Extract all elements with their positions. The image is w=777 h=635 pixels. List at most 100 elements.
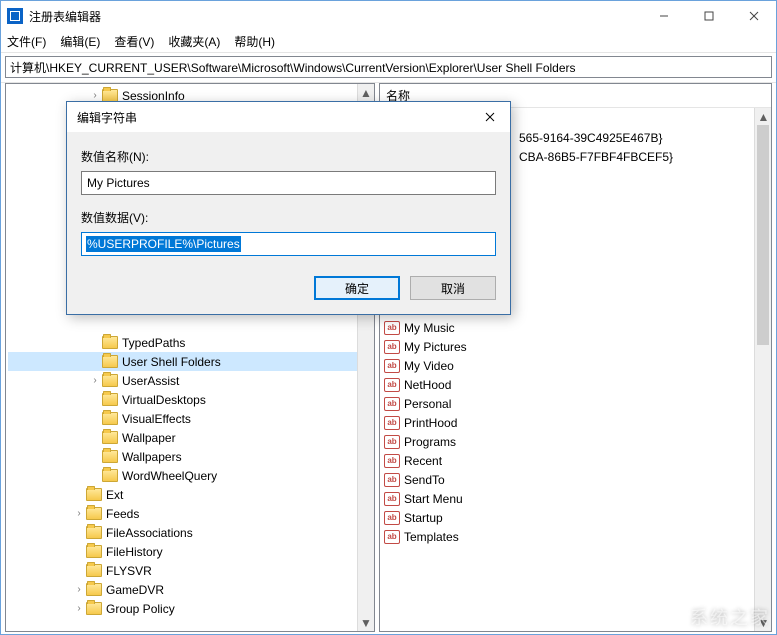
reg-string-icon: ab <box>384 378 400 392</box>
folder-icon <box>86 602 102 615</box>
tree-item-label: Wallpapers <box>122 450 182 464</box>
minimize-button[interactable] <box>641 1 686 31</box>
menu-view[interactable]: 查看(V) <box>114 33 154 50</box>
scroll-thumb[interactable] <box>757 125 769 345</box>
tree-item-label: GameDVR <box>106 583 164 597</box>
folder-icon <box>102 450 118 463</box>
expand-icon[interactable]: › <box>72 508 86 519</box>
tree-item[interactable]: User Shell Folders <box>8 352 374 371</box>
value-name-label: 数值名称(N): <box>81 148 496 165</box>
tree-item[interactable]: WordWheelQuery <box>8 466 374 485</box>
window-title: 注册表编辑器 <box>29 8 101 25</box>
tree-item[interactable]: VirtualDesktops <box>8 390 374 409</box>
list-item[interactable]: abMy Music <box>384 318 771 337</box>
list-item[interactable]: abSendTo <box>384 470 771 489</box>
list-item[interactable]: ab My Video <box>384 356 771 375</box>
menubar: 文件(F) 编辑(E) 查看(V) 收藏夹(A) 帮助(H) <box>1 31 776 53</box>
list-item-label: Personal <box>404 397 451 411</box>
folder-icon <box>102 355 118 368</box>
tree-item[interactable]: Wallpaper <box>8 428 374 447</box>
scroll-up-icon[interactable]: ▲ <box>358 84 375 101</box>
list-item[interactable]: abRecent <box>384 451 771 470</box>
list-item[interactable]: ab NetHood <box>384 375 771 394</box>
scroll-down-icon[interactable]: ▼ <box>358 614 375 631</box>
reg-string-icon: ab <box>384 321 400 335</box>
tree-item-label: VisualEffects <box>122 412 191 426</box>
address-bar[interactable]: 计算机\HKEY_CURRENT_USER\Software\Microsoft… <box>5 56 772 78</box>
close-button[interactable] <box>731 1 776 31</box>
folder-icon <box>86 526 102 539</box>
reg-string-icon: ab <box>384 416 400 430</box>
tree-item[interactable]: FileHistory <box>8 542 374 561</box>
value-data-label: 数值数据(V): <box>81 209 496 226</box>
tree-item[interactable]: ›Feeds <box>8 504 374 523</box>
reg-string-icon: ab <box>384 340 400 354</box>
expand-icon[interactable]: › <box>72 603 86 614</box>
tree-item[interactable]: TypedPaths <box>8 333 374 352</box>
list-item[interactable]: ab Startup <box>384 508 771 527</box>
tree-item-label: User Shell Folders <box>122 355 221 369</box>
tree-item-label: FLYSVR <box>106 564 152 578</box>
expand-icon[interactable]: › <box>88 90 102 101</box>
folder-icon <box>102 431 118 444</box>
menu-fav[interactable]: 收藏夹(A) <box>168 33 220 50</box>
ok-button[interactable]: 确定 <box>314 276 400 300</box>
tree-item[interactable]: › UserAssist <box>8 371 374 390</box>
menu-file[interactable]: 文件(F) <box>7 33 46 50</box>
reg-string-icon: ab <box>384 492 400 506</box>
list-item[interactable]: abStart Menu <box>384 489 771 508</box>
scroll-up-icon[interactable]: ▲ <box>755 108 772 125</box>
folder-icon <box>86 583 102 596</box>
reg-string-icon: ab <box>384 435 400 449</box>
expand-icon[interactable]: › <box>88 375 102 386</box>
folder-icon <box>102 336 118 349</box>
edit-string-dialog: 编辑字符串 数值名称(N): My Pictures 数值数据(V): %USE… <box>66 101 511 315</box>
list-item[interactable]: ab Programs <box>384 432 771 451</box>
value-data-input[interactable]: %USERPROFILE%\Pictures <box>81 232 496 256</box>
tree-item[interactable]: VisualEffects <box>8 409 374 428</box>
tree-item[interactable]: Wallpapers <box>8 447 374 466</box>
folder-icon <box>86 545 102 558</box>
list-item-label: PrintHood <box>404 416 457 430</box>
list-item-label: Startup <box>404 511 443 525</box>
tree-item[interactable]: › Group Policy <box>8 599 374 618</box>
tree-item[interactable]: FLYSVR <box>8 561 374 580</box>
list-item-label: CBA-86B5-F7FBF4FBCEF5} <box>519 150 673 164</box>
tree-item[interactable]: › GameDVR <box>8 580 374 599</box>
list-scrollbar[interactable]: ▲ ▼ <box>754 108 771 631</box>
reg-string-icon: ab <box>384 359 400 373</box>
dialog-title: 编辑字符串 <box>77 109 137 126</box>
maximize-button[interactable] <box>686 1 731 31</box>
dialog-close-button[interactable] <box>470 102 510 132</box>
menu-help[interactable]: 帮助(H) <box>234 33 275 50</box>
list-item-label: My Video <box>404 359 454 373</box>
tree-item-label: Group Policy <box>106 602 175 616</box>
list-item-label: NetHood <box>404 378 451 392</box>
folder-icon <box>102 393 118 406</box>
menu-edit[interactable]: 编辑(E) <box>60 33 100 50</box>
tree-item[interactable]: Ext <box>8 485 374 504</box>
app-icon <box>7 8 23 24</box>
tree-item-label: VirtualDesktops <box>122 393 206 407</box>
expand-icon[interactable]: › <box>72 584 86 595</box>
tree-item[interactable]: FileAssociations <box>8 523 374 542</box>
folder-icon <box>102 412 118 425</box>
window-buttons <box>641 1 776 31</box>
tree-item-label: FileAssociations <box>106 526 193 540</box>
value-name-input[interactable]: My Pictures <box>81 171 496 195</box>
list-item-label: Programs <box>404 435 456 449</box>
tree-item-label: UserAssist <box>122 374 179 388</box>
folder-icon <box>102 374 118 387</box>
cancel-button[interactable]: 取消 <box>410 276 496 300</box>
scroll-down-icon[interactable]: ▼ <box>755 614 772 631</box>
reg-string-icon: ab <box>384 473 400 487</box>
list-item[interactable]: ab PrintHood <box>384 413 771 432</box>
reg-string-icon: ab <box>384 511 400 525</box>
reg-string-icon: ab <box>384 454 400 468</box>
address-text: 计算机\HKEY_CURRENT_USER\Software\Microsoft… <box>10 59 576 76</box>
list-item[interactable]: abMy Pictures <box>384 337 771 356</box>
list-item[interactable]: abPersonal <box>384 394 771 413</box>
list-item[interactable]: abTemplates <box>384 527 771 546</box>
folder-icon <box>86 507 102 520</box>
value-name-text: My Pictures <box>87 176 150 190</box>
